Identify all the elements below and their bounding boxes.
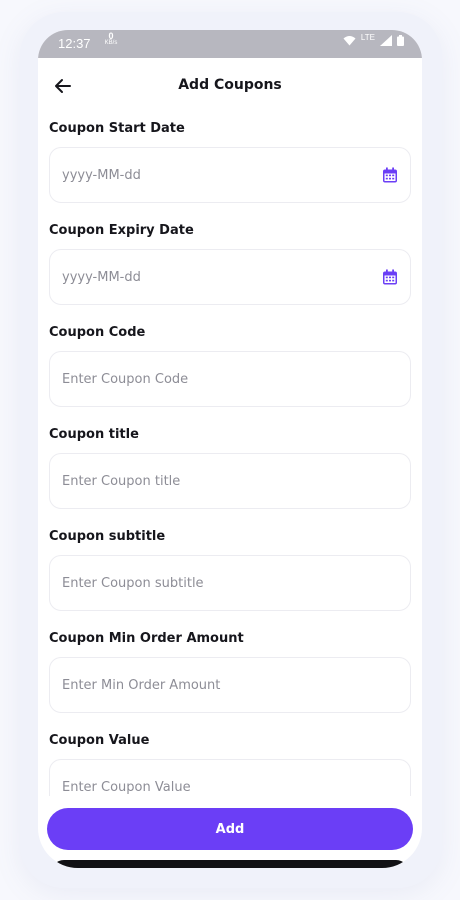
expiry-date-field[interactable]: yyyy-MM-dd	[49, 249, 411, 305]
page-title: Add Coupons	[178, 77, 282, 93]
coupon-subtitle-input[interactable]: Enter Coupon subtitle	[49, 555, 411, 611]
network-type-label: LTE	[360, 33, 375, 42]
calendar-icon[interactable]	[382, 269, 398, 285]
expiry-date-label: Coupon Expiry Date	[49, 223, 194, 238]
battery-icon	[397, 35, 404, 46]
coupon-title-placeholder: Enter Coupon title	[62, 473, 181, 489]
add-button[interactable]: Add	[47, 808, 413, 850]
expiry-date-placeholder: yyyy-MM-dd	[62, 269, 141, 285]
status-time: 12:37	[58, 36, 91, 51]
signal-icon	[380, 35, 392, 46]
min-order-amount-input[interactable]: Enter Min Order Amount	[49, 657, 411, 713]
coupon-code-label: Coupon Code	[49, 325, 146, 340]
wifi-icon	[343, 36, 356, 46]
start-date-field[interactable]: yyyy-MM-dd	[49, 147, 411, 203]
status-icons: LTE	[343, 33, 404, 46]
min-order-amount-placeholder: Enter Min Order Amount	[62, 677, 221, 693]
network-speed-unit: KB/s	[104, 40, 118, 46]
coupon-value-label: Coupon Value	[49, 733, 150, 748]
bottom-nav-bar	[50, 860, 410, 868]
coupon-subtitle-placeholder: Enter Coupon subtitle	[62, 575, 204, 591]
calendar-icon[interactable]	[382, 167, 398, 183]
coupon-value-placeholder: Enter Coupon Value	[62, 779, 191, 795]
coupon-title-input[interactable]: Enter Coupon title	[49, 453, 411, 509]
network-speed-value: 0	[108, 31, 114, 41]
network-speed-indicator: 0 KB/s	[103, 31, 119, 47]
start-date-placeholder: yyyy-MM-dd	[62, 167, 141, 183]
coupon-form: Coupon Start Date yyyy-MM-dd Coupon Expi…	[49, 114, 411, 796]
min-order-amount-label: Coupon Min Order Amount	[49, 631, 244, 646]
coupon-code-input[interactable]: Enter Coupon Code	[49, 351, 411, 407]
coupon-code-placeholder: Enter Coupon Code	[62, 371, 189, 387]
start-date-label: Coupon Start Date	[49, 121, 185, 136]
coupon-subtitle-label: Coupon subtitle	[49, 529, 166, 544]
app-header: Add Coupons	[38, 58, 422, 114]
status-bar: 12:37 0 KB/s LTE	[38, 30, 422, 58]
coupon-value-input[interactable]: Enter Coupon Value	[49, 759, 411, 796]
coupon-title-label: Coupon title	[49, 427, 139, 442]
phone-screen: 12:37 0 KB/s LTE Add Coupons Coupon Star…	[38, 30, 422, 868]
